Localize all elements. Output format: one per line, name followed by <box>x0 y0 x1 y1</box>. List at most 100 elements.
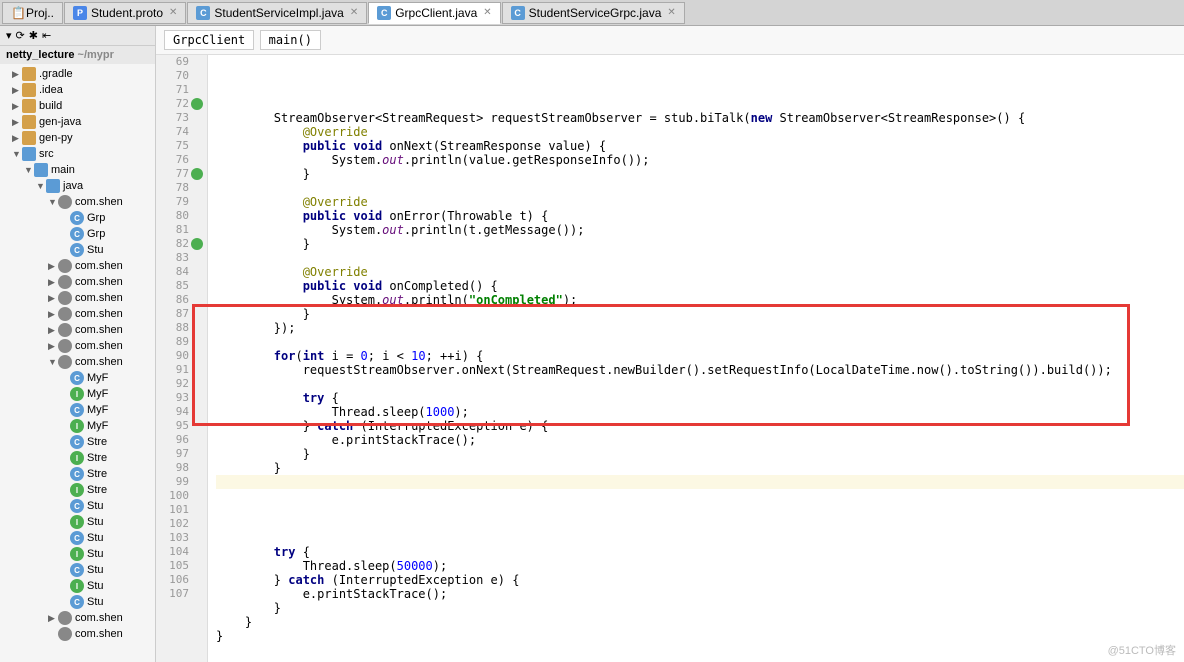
tree-item[interactable]: ▶com.shen <box>0 290 155 306</box>
tree-item[interactable]: com.shen <box>0 626 155 642</box>
tree-item[interactable]: CGrp <box>0 210 155 226</box>
expand-icon[interactable]: ▶ <box>12 69 22 80</box>
tree-item[interactable]: ▼src <box>0 146 155 162</box>
code-line[interactable]: } <box>216 447 1184 461</box>
code-line[interactable]: } <box>216 601 1184 615</box>
code-line[interactable] <box>216 489 1184 503</box>
code-line[interactable]: } <box>216 461 1184 475</box>
code-area[interactable]: 6970717273747576777879808182838485868788… <box>156 55 1184 662</box>
tree-item[interactable]: CStu <box>0 498 155 514</box>
code-content[interactable]: StreamObserver<StreamRequest> requestStr… <box>208 55 1184 662</box>
code-line[interactable] <box>216 181 1184 195</box>
expand-icon[interactable]: ▶ <box>48 341 58 352</box>
tree-item[interactable]: ▼main <box>0 162 155 178</box>
code-line[interactable]: } <box>216 237 1184 251</box>
tree-item[interactable]: ▶com.shen <box>0 338 155 354</box>
tree-item[interactable]: ▶gen-java <box>0 114 155 130</box>
tree-item[interactable]: CStu <box>0 594 155 610</box>
code-line[interactable]: e.printStackTrace(); <box>216 433 1184 447</box>
tab-studentserviceimpl-java[interactable]: CStudentServiceImpl.java✕ <box>187 2 367 24</box>
expand-icon[interactable]: ▶ <box>12 85 22 96</box>
tree-item[interactable]: IStu <box>0 514 155 530</box>
close-icon[interactable]: ✕ <box>350 7 358 18</box>
collapse-icon[interactable]: ⇤ <box>42 29 51 42</box>
code-line[interactable]: StreamObserver<StreamRequest> requestStr… <box>216 111 1184 125</box>
tree-item[interactable]: CMyF <box>0 402 155 418</box>
expand-icon[interactable]: ▶ <box>48 261 58 272</box>
code-line[interactable]: Thread.sleep(1000); <box>216 405 1184 419</box>
tree-item[interactable]: IMyF <box>0 386 155 402</box>
override-marker-icon[interactable] <box>191 238 203 250</box>
code-line[interactable]: try { <box>216 391 1184 405</box>
tree-item[interactable]: ▶com.shen <box>0 274 155 290</box>
code-line[interactable]: } catch (InterruptedException e) { <box>216 419 1184 433</box>
tree-item[interactable]: CStre <box>0 434 155 450</box>
tree-item[interactable]: ▼com.shen <box>0 354 155 370</box>
tree-item[interactable]: IStu <box>0 546 155 562</box>
tab-grpcclient-java[interactable]: CGrpcClient.java✕ <box>368 2 500 24</box>
tab-proj-[interactable]: 📋 Proj.. <box>2 2 63 24</box>
tree-item[interactable]: CStre <box>0 466 155 482</box>
tree-item[interactable]: ▶build <box>0 98 155 114</box>
expand-icon[interactable]: ▶ <box>48 613 58 624</box>
expand-icon[interactable]: ▶ <box>12 101 22 112</box>
code-line[interactable]: @Override <box>216 125 1184 139</box>
expand-icon[interactable]: ▶ <box>48 293 58 304</box>
expand-icon[interactable]: ▶ <box>48 277 58 288</box>
tree-item[interactable]: ▶.gradle <box>0 66 155 82</box>
code-line[interactable] <box>216 377 1184 391</box>
code-line[interactable] <box>216 531 1184 545</box>
code-line[interactable]: public void onCompleted() { <box>216 279 1184 293</box>
code-line[interactable]: } <box>216 629 1184 643</box>
code-line[interactable] <box>216 475 1184 489</box>
settings-icon[interactable]: ✱ <box>29 29 38 42</box>
code-line[interactable]: System.out.println(value.getResponseInfo… <box>216 153 1184 167</box>
tree-item[interactable]: CGrp <box>0 226 155 242</box>
code-line[interactable]: System.out.println(t.getMessage()); <box>216 223 1184 237</box>
expand-icon[interactable]: ▶ <box>12 133 22 144</box>
tree-item[interactable]: IStu <box>0 578 155 594</box>
tree-item[interactable]: ▶com.shen <box>0 610 155 626</box>
code-line[interactable]: try { <box>216 545 1184 559</box>
tree-item[interactable]: IStre <box>0 450 155 466</box>
close-icon[interactable]: ✕ <box>169 7 177 18</box>
code-line[interactable]: requestStreamObserver.onNext(StreamReque… <box>216 363 1184 377</box>
tree-item[interactable]: IStre <box>0 482 155 498</box>
code-line[interactable]: @Override <box>216 195 1184 209</box>
code-line[interactable]: System.out.println("onCompleted"); <box>216 293 1184 307</box>
expand-icon[interactable]: ▼ <box>36 181 46 191</box>
code-line[interactable]: } <box>216 615 1184 629</box>
code-line[interactable]: for(int i = 0; i < 10; ++i) { <box>216 349 1184 363</box>
code-line[interactable]: } <box>216 307 1184 321</box>
expand-icon[interactable]: ▼ <box>48 197 58 207</box>
expand-icon[interactable]: ▶ <box>48 325 58 336</box>
sync-icon[interactable]: ⟳ <box>16 29 25 42</box>
code-line[interactable] <box>216 517 1184 531</box>
close-icon[interactable]: ✕ <box>667 7 675 18</box>
expand-icon[interactable]: ▼ <box>12 149 22 159</box>
tree-item[interactable]: ▶com.shen <box>0 306 155 322</box>
code-line[interactable] <box>216 503 1184 517</box>
close-icon[interactable]: ✕ <box>483 7 491 18</box>
code-line[interactable]: @Override <box>216 265 1184 279</box>
tree-item[interactable]: ▶com.shen <box>0 322 155 338</box>
breadcrumb-method[interactable]: main() <box>260 30 321 50</box>
project-root[interactable]: netty_lecture ~/mypr <box>0 46 155 64</box>
override-marker-icon[interactable] <box>191 98 203 110</box>
tree-item[interactable]: CStu <box>0 562 155 578</box>
expand-icon[interactable]: ▶ <box>12 117 22 128</box>
code-line[interactable] <box>216 251 1184 265</box>
code-line[interactable]: } catch (InterruptedException e) { <box>216 573 1184 587</box>
tree-item[interactable]: IMyF <box>0 418 155 434</box>
code-line[interactable]: Thread.sleep(50000); <box>216 559 1184 573</box>
code-line[interactable]: } <box>216 167 1184 181</box>
code-line[interactable]: public void onError(Throwable t) { <box>216 209 1184 223</box>
override-marker-icon[interactable] <box>191 168 203 180</box>
project-dropdown[interactable]: ▾ <box>6 29 12 42</box>
expand-icon[interactable]: ▼ <box>48 357 58 367</box>
tree-item[interactable]: ▼com.shen <box>0 194 155 210</box>
tab-studentservicegrpc-java[interactable]: CStudentServiceGrpc.java✕ <box>502 2 685 24</box>
code-line[interactable]: e.printStackTrace(); <box>216 587 1184 601</box>
breadcrumb-class[interactable]: GrpcClient <box>164 30 254 50</box>
code-line[interactable] <box>216 335 1184 349</box>
